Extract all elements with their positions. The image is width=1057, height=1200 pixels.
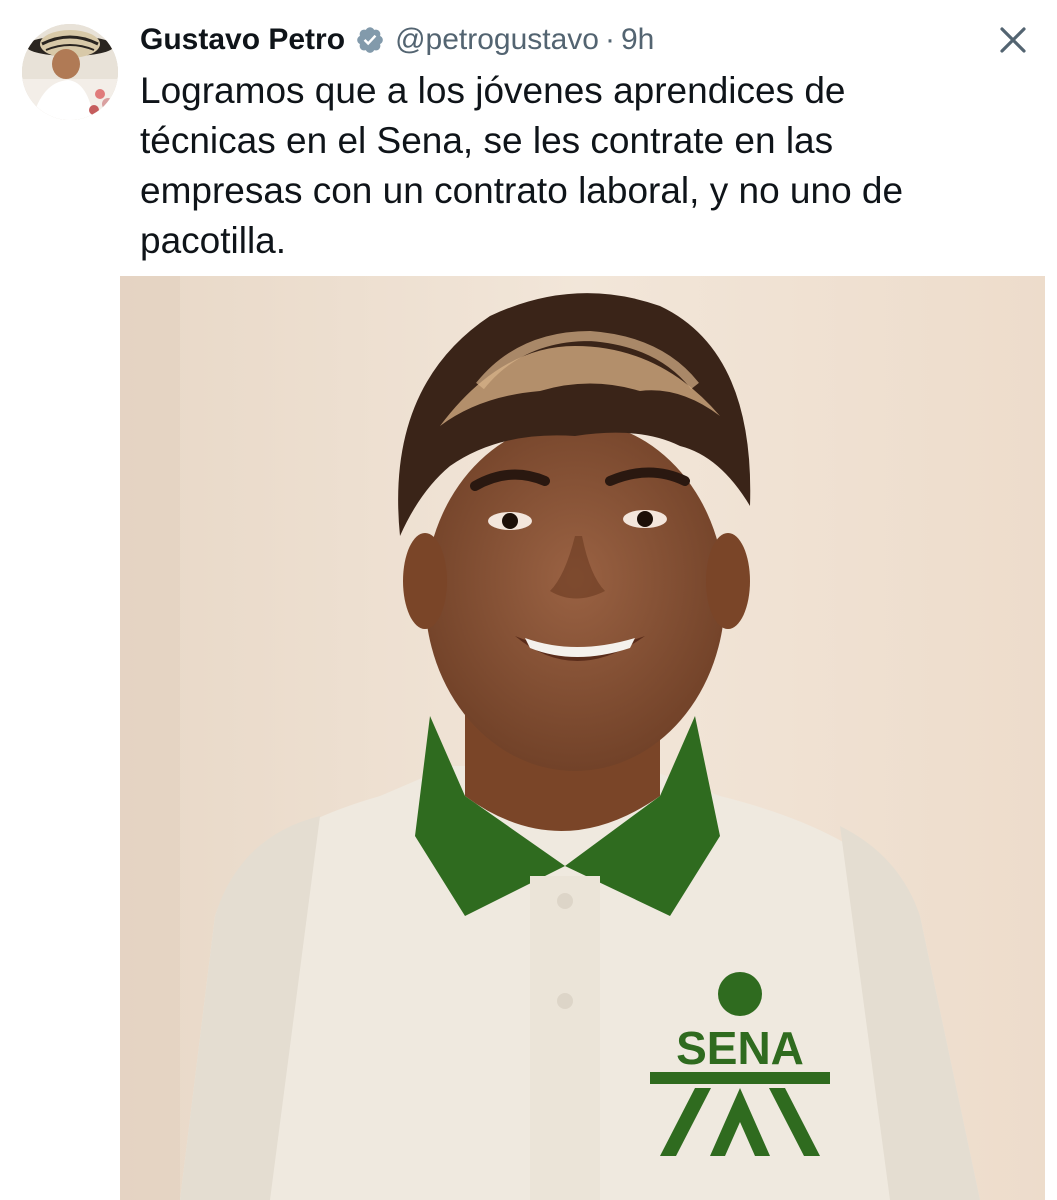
author-avatar[interactable] (22, 24, 118, 120)
tweet-text: Logramos que a los jóvenes aprendices de… (140, 66, 1020, 266)
separator-dot: · (604, 23, 615, 56)
tweet: Gustavo Petro @petrogustavo · 9h Logramo… (0, 0, 1057, 1200)
tweet-photo[interactable]: SENA (120, 276, 1045, 1200)
author-name[interactable]: Gustavo Petro (140, 23, 345, 57)
tweet-text-line: Logramos que a los jóvenes aprendices de (140, 70, 846, 111)
close-icon[interactable] (997, 24, 1029, 56)
sena-logo-text: SENA (676, 1022, 804, 1074)
tweet-text-line: pacotilla. (140, 220, 287, 261)
tweet-header: Gustavo Petro @petrogustavo · 9h (140, 20, 654, 60)
tweet-timestamp[interactable]: 9h (621, 23, 654, 57)
verified-badge-icon (355, 25, 385, 55)
author-handle[interactable]: @petrogustavo (395, 23, 599, 57)
tweet-text-line: empresas con un contrato laboral, y no u… (140, 170, 904, 211)
tweet-text-line: técnicas en el Sena, se les contrate en … (140, 120, 834, 161)
